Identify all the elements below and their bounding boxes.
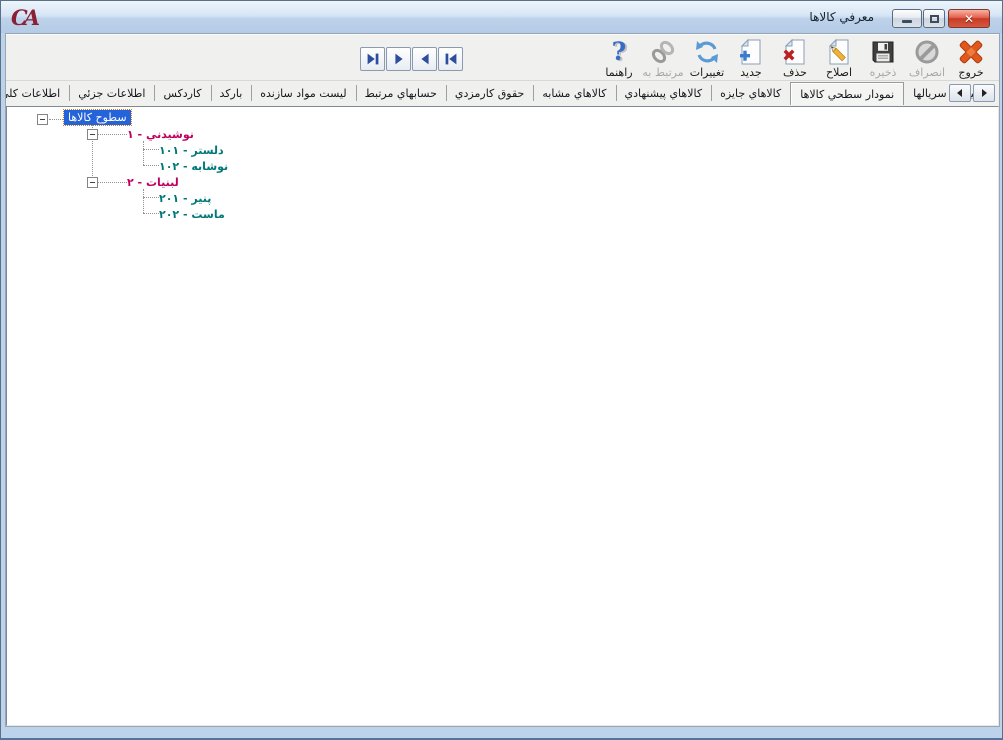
help-icon: ? [612,39,627,65]
tree-node-item[interactable]: دلستر - ۱۰۱ [159,144,224,157]
save-button[interactable]: ذخيره [861,36,905,81]
close-icon: ✕ [964,12,974,26]
nav-first-button[interactable] [438,47,463,71]
tab-related-accounts[interactable]: حسابهاي مرتبط [356,81,446,105]
expand-collapse-box-group1[interactable] [87,129,98,140]
edit-icon [825,38,853,66]
arrow-right-icon [979,88,989,98]
app-logo: CA [11,5,36,30]
cancel-icon [913,38,941,66]
tree-connector [49,119,65,120]
link-icon [649,38,677,66]
expand-collapse-box-root[interactable] [37,114,48,125]
linked-button[interactable]: مرتبط به [641,36,685,81]
tree-node-item[interactable]: نوشابه - ۱۰۲ [159,160,228,173]
tree-node-item[interactable]: ماست - ۲۰۲ [159,208,225,221]
tab-similar-goods[interactable]: كالاهاي مشابه [533,81,615,105]
exit-button[interactable]: خروج [949,36,993,81]
nav-first-icon [442,50,460,68]
nav-last-icon [364,50,382,68]
new-label: جديد [740,67,761,79]
tree-node-item[interactable]: پنير - ۲۰۱ [159,192,211,205]
tab-goods-level-chart[interactable]: نمودار سطحي كالاها [790,82,904,105]
nav-prev-icon [416,50,434,68]
tree-connector [143,149,159,150]
maximize-icon [930,15,939,23]
tab-scroll-group [949,84,995,102]
save-label: ذخيره [870,67,897,79]
tree-connector [143,197,159,198]
nav-next-icon [390,50,408,68]
new-button[interactable]: جديد [729,36,773,81]
content-panel: سطوح كالاها نوشيدني - ۱ دلستر - ۱۰۱ نوشا… [6,106,999,726]
tab-barcode[interactable]: باركد [211,81,252,105]
tree-connector [98,182,127,183]
close-button[interactable]: ✕ [948,9,990,28]
cancel-button[interactable]: انصراف [905,36,949,81]
expand-collapse-box-group2[interactable] [87,177,98,188]
changes-label: تغييرات [690,67,725,79]
tree-connector [143,165,159,166]
tab-scroll-left-button[interactable] [949,84,971,102]
tab-kardex[interactable]: كاردكس [154,81,210,105]
goods-level-tree: سطوح كالاها نوشيدني - ۱ دلستر - ۱۰۱ نوشا… [7,107,998,725]
tree-node-group[interactable]: لبنيات - ۲ [127,176,179,189]
arrow-left-icon [955,88,965,98]
tree-connector [143,141,144,165]
tab-general-info[interactable]: اطلاعات كلي [6,81,69,105]
help-label: راهنما [605,67,632,79]
help-button[interactable]: ? راهنما [597,36,641,81]
tab-detail-info[interactable]: اطلاعات جزئي [69,81,154,105]
nav-last-button[interactable] [360,47,385,71]
nav-prev-button[interactable] [412,47,437,71]
tree-node-root-selected[interactable]: سطوح كالاها [64,110,131,125]
toolbar: ? راهنما مرتبط به [6,34,999,81]
titlebar: CA معرفي كالاها ✕ [1,1,1002,33]
exit-label: خروج [958,67,983,79]
minimize-button[interactable] [892,9,922,28]
linked-label: مرتبط به [642,67,683,79]
new-icon [737,38,765,66]
minimize-icon [902,20,912,23]
nav-next-button[interactable] [386,47,411,71]
tab-bar: اطلاعات كلي اطلاعات جزئي كاردكس باركد لي… [6,81,999,105]
delete-button[interactable]: حذف [773,36,817,81]
toolbar-buttons: ? راهنما مرتبط به [597,36,993,81]
exit-icon [957,38,985,66]
tab-bonus-goods[interactable]: كالاهاي جايزه [711,81,790,105]
tab-materials-list[interactable]: ليست مواد سازنده [251,81,355,105]
maximize-button[interactable] [923,9,945,28]
save-icon [869,38,897,66]
tree-node-group[interactable]: نوشيدني - ۱ [127,128,194,141]
app-window: CA معرفي كالاها ✕ [0,0,1003,740]
window-title: معرفي كالاها [809,10,874,24]
delete-label: حذف [783,67,807,79]
tab-suggested-goods[interactable]: كالاهاي پيشنهادي [616,81,712,105]
edit-button[interactable]: اصلاح [817,36,861,81]
changes-button[interactable]: تغييرات [685,36,729,81]
tree-connector [98,134,127,135]
delete-icon [781,38,809,66]
tab-commission-fees[interactable]: حقوق كارمزدي [446,81,533,105]
cancel-label: انصراف [909,67,945,79]
client-area: ? راهنما مرتبط به [5,33,1000,727]
tree-connector [143,189,144,213]
changes-icon [693,38,721,66]
edit-label: اصلاح [826,67,852,79]
tree-connector [143,213,159,214]
record-nav-group [360,47,463,71]
tab-scroll-right-button[interactable] [973,84,995,102]
